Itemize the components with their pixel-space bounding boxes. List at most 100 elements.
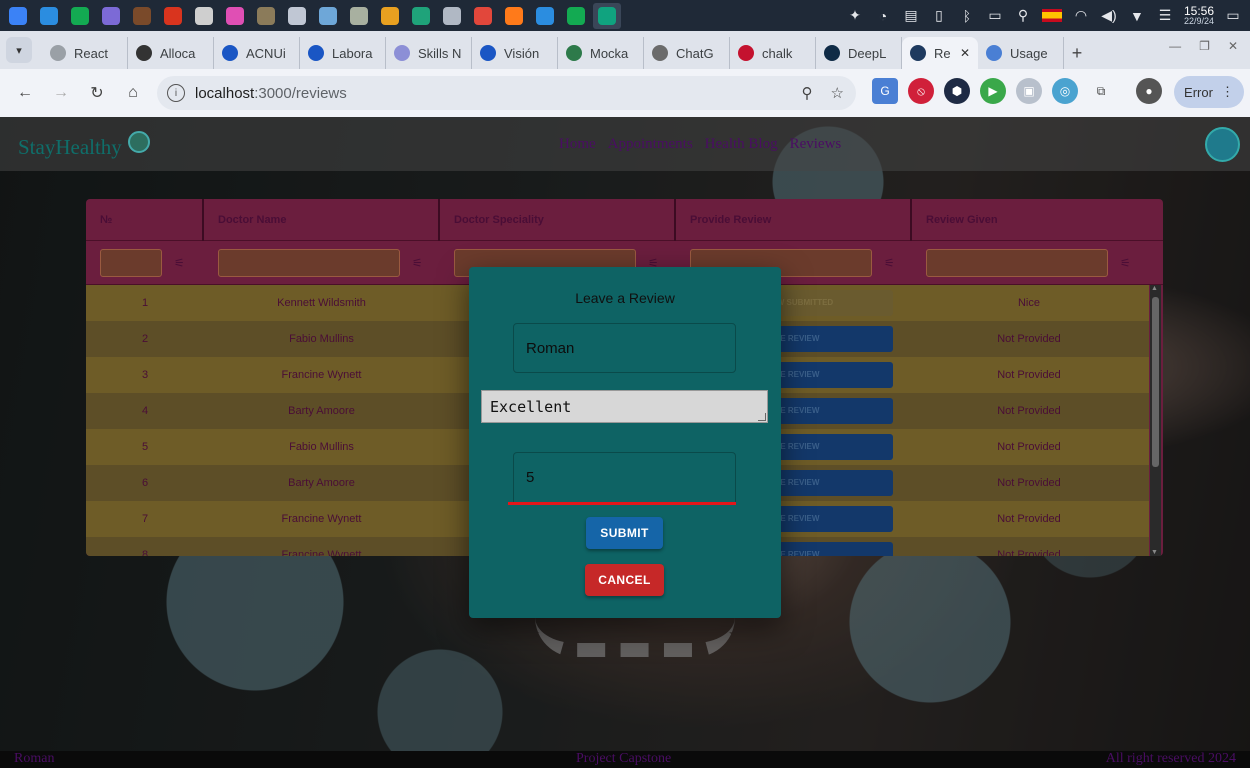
nav-link[interactable]: Appointments xyxy=(608,136,693,153)
taskbar-app[interactable] xyxy=(190,3,218,29)
taskbar-app[interactable] xyxy=(376,3,404,29)
column-header[interactable]: Doctor Speciality xyxy=(440,199,676,241)
filter-input[interactable] xyxy=(926,248,1108,277)
taskbar-app[interactable] xyxy=(407,3,435,29)
browser-tab[interactable]: Labora xyxy=(300,37,386,69)
restore-icon[interactable]: ❐ xyxy=(1199,39,1210,53)
minimize-icon[interactable]: — xyxy=(1169,39,1181,53)
home-button[interactable]: ⌂ xyxy=(118,78,148,108)
taskbar-app[interactable] xyxy=(562,3,590,29)
browser-tab[interactable]: DeepL xyxy=(816,37,902,69)
taskbar-app[interactable] xyxy=(438,3,466,29)
browser-tab[interactable]: Re ✕ xyxy=(902,37,978,69)
close-window-icon[interactable]: ✕ xyxy=(1228,39,1238,53)
column-header[interactable]: № xyxy=(86,199,204,241)
bluetooth-icon[interactable]: ᛒ xyxy=(958,8,976,24)
display-icon[interactable]: ▭ xyxy=(986,7,1004,24)
speedometer-icon[interactable]: ◔ xyxy=(874,8,892,24)
taskbar-app[interactable] xyxy=(66,3,94,29)
tray-expand-icon[interactable]: ▼ xyxy=(1128,8,1146,24)
react-devtools-extension-icon[interactable]: ⬢ xyxy=(944,78,970,104)
browser-tab[interactable]: React xyxy=(42,37,128,69)
filter-icon[interactable]: ⚟ xyxy=(884,256,895,270)
browser-tab[interactable]: ACNUi xyxy=(214,37,300,69)
new-tab-button[interactable]: + xyxy=(1064,37,1090,69)
nav-link[interactable]: Home xyxy=(559,136,596,153)
profile-avatar[interactable]: ● xyxy=(1136,78,1162,104)
browser-tab[interactable]: chalk xyxy=(730,37,816,69)
taskbar-app[interactable] xyxy=(314,3,342,29)
clipboard-icon[interactable]: ▯ xyxy=(930,7,948,24)
browser-tab[interactable]: Skills N xyxy=(386,37,472,69)
taskbar-app[interactable] xyxy=(469,3,497,29)
taskbar-app[interactable] xyxy=(159,3,187,29)
filter-input[interactable] xyxy=(100,248,162,277)
taskbar-app[interactable] xyxy=(500,3,528,29)
browser-tab[interactable]: Alloca xyxy=(128,37,214,69)
taskbar-app[interactable] xyxy=(252,3,280,29)
error-profile-button[interactable]: Error ⋮ xyxy=(1174,76,1244,108)
volume-icon[interactable]: ◀) xyxy=(1100,7,1118,24)
system-clock[interactable]: 15:56 22/9/24 xyxy=(1184,5,1214,26)
screen-extension-icon[interactable]: ▣ xyxy=(1016,78,1042,104)
bookmark-star-icon[interactable]: ☆ xyxy=(831,84,844,102)
translate-extension-icon[interactable]: G xyxy=(872,78,898,104)
network-manager-icon[interactable]: ▤ xyxy=(902,7,920,24)
extensions-puzzle-icon[interactable]: ⧉ xyxy=(1088,78,1114,104)
zoom-icon[interactable]: ⚲ xyxy=(802,84,813,102)
taskbar-app[interactable] xyxy=(531,3,559,29)
scroll-up-icon[interactable]: ▲ xyxy=(1151,285,1158,292)
play-extension-icon[interactable]: ▶ xyxy=(980,78,1006,104)
table-scrollbar[interactable]: ▲ ▼ xyxy=(1150,285,1161,556)
resize-grip-icon[interactable] xyxy=(758,413,766,421)
column-header[interactable]: Provide Review xyxy=(676,199,912,241)
forward-button[interactable]: → xyxy=(46,78,76,108)
review-textarea[interactable]: Excellent xyxy=(481,390,768,423)
taskbar-app[interactable] xyxy=(128,3,156,29)
filter-icon[interactable]: ⚟ xyxy=(1120,256,1131,270)
taskbar-app[interactable] xyxy=(4,3,32,29)
circle-extension-icon[interactable]: ◎ xyxy=(1052,78,1078,104)
scrollbar-thumb[interactable] xyxy=(1152,297,1159,467)
tray-menu-icon[interactable]: ☰ xyxy=(1156,7,1174,24)
notification-icon[interactable]: ✦ xyxy=(846,7,864,24)
browser-tab[interactable]: Visión xyxy=(472,37,558,69)
filter-input[interactable] xyxy=(218,248,400,277)
taskbar-app[interactable] xyxy=(345,3,373,29)
scroll-down-icon[interactable]: ▼ xyxy=(1151,549,1158,556)
usb-icon[interactable]: ⚲ xyxy=(1014,7,1032,24)
rating-field[interactable]: 5 xyxy=(513,452,736,502)
user-avatar[interactable] xyxy=(1205,127,1240,162)
column-header[interactable]: Review Given xyxy=(912,199,1148,241)
tab-favicon-icon xyxy=(480,45,496,61)
keyboard-layout-flag-icon[interactable] xyxy=(1041,9,1062,22)
taskbar-app[interactable] xyxy=(97,3,125,29)
taskbar-app[interactable] xyxy=(593,2,621,29)
filter-icon[interactable]: ⚟ xyxy=(412,256,423,270)
blocker-extension-icon[interactable]: ⦸ xyxy=(908,78,934,104)
row-number: 2 xyxy=(141,333,149,345)
nav-link[interactable]: Health Blog xyxy=(705,136,778,153)
close-tab-icon[interactable]: ✕ xyxy=(960,46,970,60)
show-desktop-icon[interactable]: ▭ xyxy=(1224,7,1242,24)
filter-icon[interactable]: ⚟ xyxy=(174,256,185,270)
site-info-icon[interactable]: i xyxy=(167,84,185,102)
reload-button[interactable]: ↻ xyxy=(82,78,112,108)
address-bar[interactable]: i localhost:3000/reviews ⚲ ☆ xyxy=(157,76,856,110)
browser-tab[interactable]: Usage xyxy=(978,37,1064,69)
tab-search-button[interactable]: ▾ xyxy=(6,37,32,63)
doctor-name: Fabio Mullins xyxy=(289,333,354,345)
nav-link[interactable]: Reviews xyxy=(790,136,842,153)
browser-tab[interactable]: ChatG xyxy=(644,37,730,69)
name-field[interactable]: Roman xyxy=(513,323,736,373)
back-button[interactable]: ← xyxy=(10,78,40,108)
cancel-button[interactable]: CANCEL xyxy=(585,564,664,596)
site-brand[interactable]: StayHealthy xyxy=(18,130,150,160)
column-header[interactable]: Doctor Name xyxy=(204,199,440,241)
taskbar-app[interactable] xyxy=(35,3,63,29)
browser-tab[interactable]: Mocka xyxy=(558,37,644,69)
taskbar-app[interactable] xyxy=(221,3,249,29)
wifi-icon[interactable]: ◠ xyxy=(1072,7,1090,24)
submit-button[interactable]: SUBMIT xyxy=(586,517,663,549)
taskbar-app[interactable] xyxy=(283,3,311,29)
